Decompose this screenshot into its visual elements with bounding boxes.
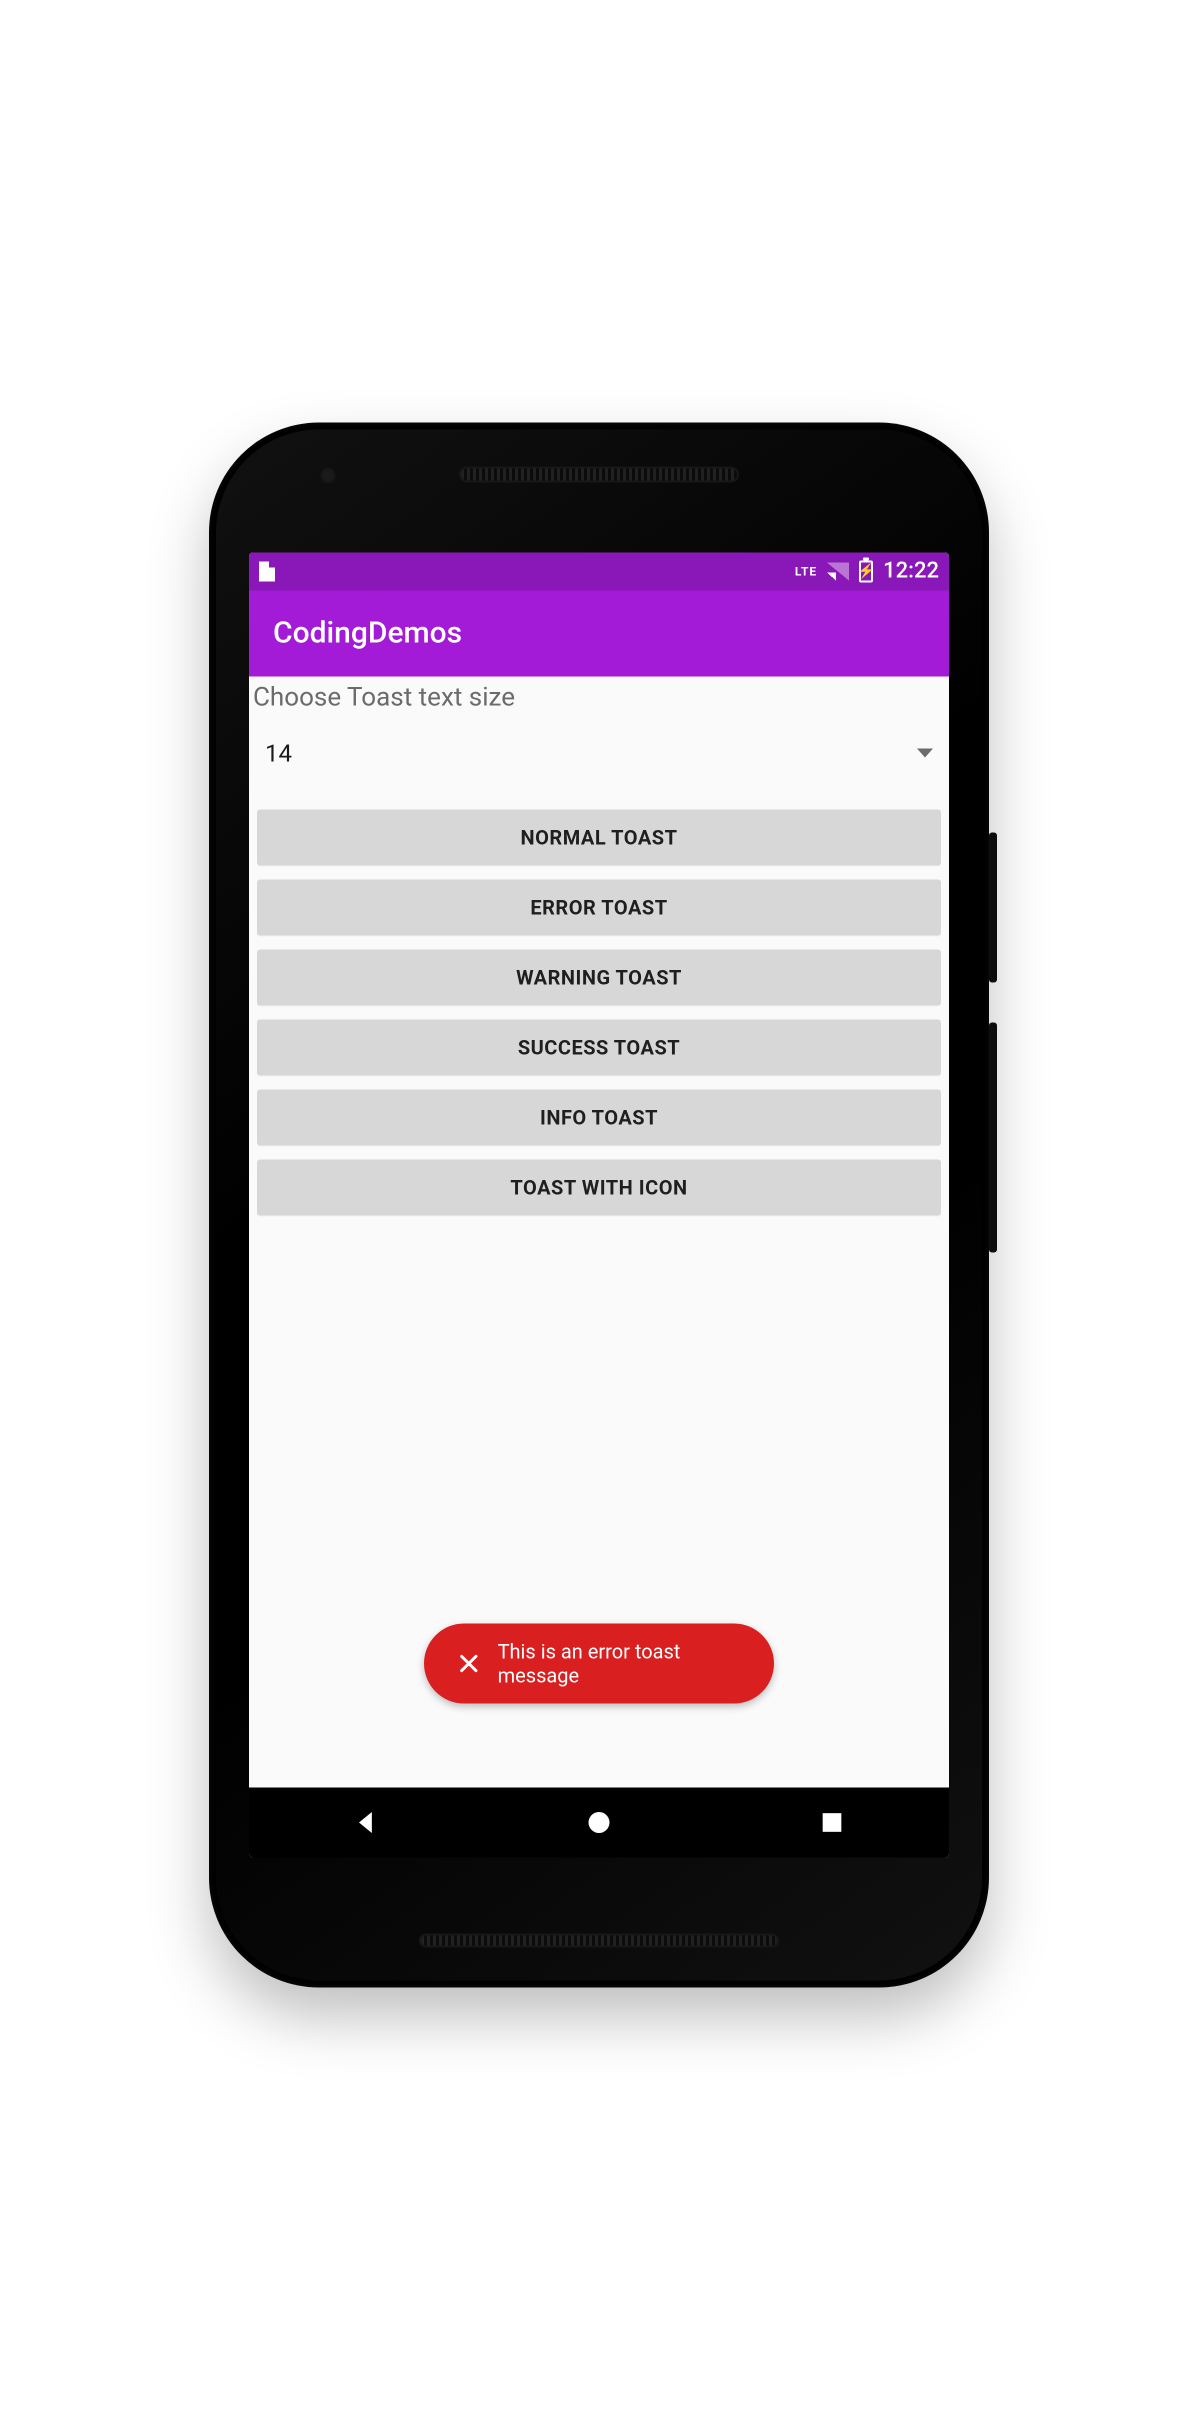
toast-message: This is an error toast message <box>498 1639 740 1687</box>
app-bar: CodingDemos <box>249 590 949 676</box>
dropdown-caret-icon <box>917 749 933 758</box>
button-label: INFO TOAST <box>540 1105 658 1129</box>
battery-charging-icon: ⚡ <box>859 560 873 582</box>
content-area: Choose Toast text size 14 NORMAL TOAST E… <box>249 676 949 1787</box>
error-toast-button[interactable]: ERROR TOAST <box>257 879 941 935</box>
normal-toast-button[interactable]: NORMAL TOAST <box>257 809 941 865</box>
text-size-value: 14 <box>265 739 292 767</box>
nav-home-button[interactable] <box>569 1802 629 1842</box>
warning-toast-button[interactable]: WARNING TOAST <box>257 949 941 1005</box>
device-power-button <box>989 832 997 982</box>
info-toast-button[interactable]: INFO TOAST <box>257 1089 941 1145</box>
toast-with-icon-button[interactable]: TOAST WITH ICON <box>257 1159 941 1215</box>
navigation-bar <box>249 1787 949 1857</box>
device-bottom-speaker <box>419 1933 779 1947</box>
button-label: ERROR TOAST <box>530 895 667 919</box>
nav-back-icon <box>352 1808 380 1836</box>
close-icon <box>458 1651 480 1675</box>
status-bar: LTE ⚡ 12:22 <box>249 552 949 590</box>
text-size-spinner[interactable]: 14 <box>257 730 941 776</box>
nav-recent-icon <box>818 1808 846 1836</box>
sdcard-icon <box>259 561 275 581</box>
device-earpiece <box>459 466 739 482</box>
error-toast: This is an error toast message <box>424 1623 774 1703</box>
button-label: SUCCESS TOAST <box>518 1035 680 1059</box>
success-toast-button[interactable]: SUCCESS TOAST <box>257 1019 941 1075</box>
nav-home-icon <box>585 1808 613 1836</box>
button-label: NORMAL TOAST <box>521 825 678 849</box>
screen: LTE ⚡ 12:22 CodingDemos Choose Toast tex… <box>249 552 949 1857</box>
button-label: TOAST WITH ICON <box>510 1175 687 1199</box>
device-frame: LTE ⚡ 12:22 CodingDemos Choose Toast tex… <box>209 422 989 1987</box>
device-front-camera <box>319 466 337 484</box>
signal-icon <box>827 562 849 580</box>
device-volume-button <box>989 1022 997 1252</box>
nav-recent-button[interactable] <box>802 1802 862 1842</box>
nav-back-button[interactable] <box>336 1802 396 1842</box>
network-type-label: LTE <box>795 564 817 578</box>
app-title: CodingDemos <box>273 616 462 651</box>
button-label: WARNING TOAST <box>516 965 682 989</box>
section-label: Choose Toast text size <box>249 676 949 712</box>
status-clock: 12:22 <box>883 559 939 584</box>
